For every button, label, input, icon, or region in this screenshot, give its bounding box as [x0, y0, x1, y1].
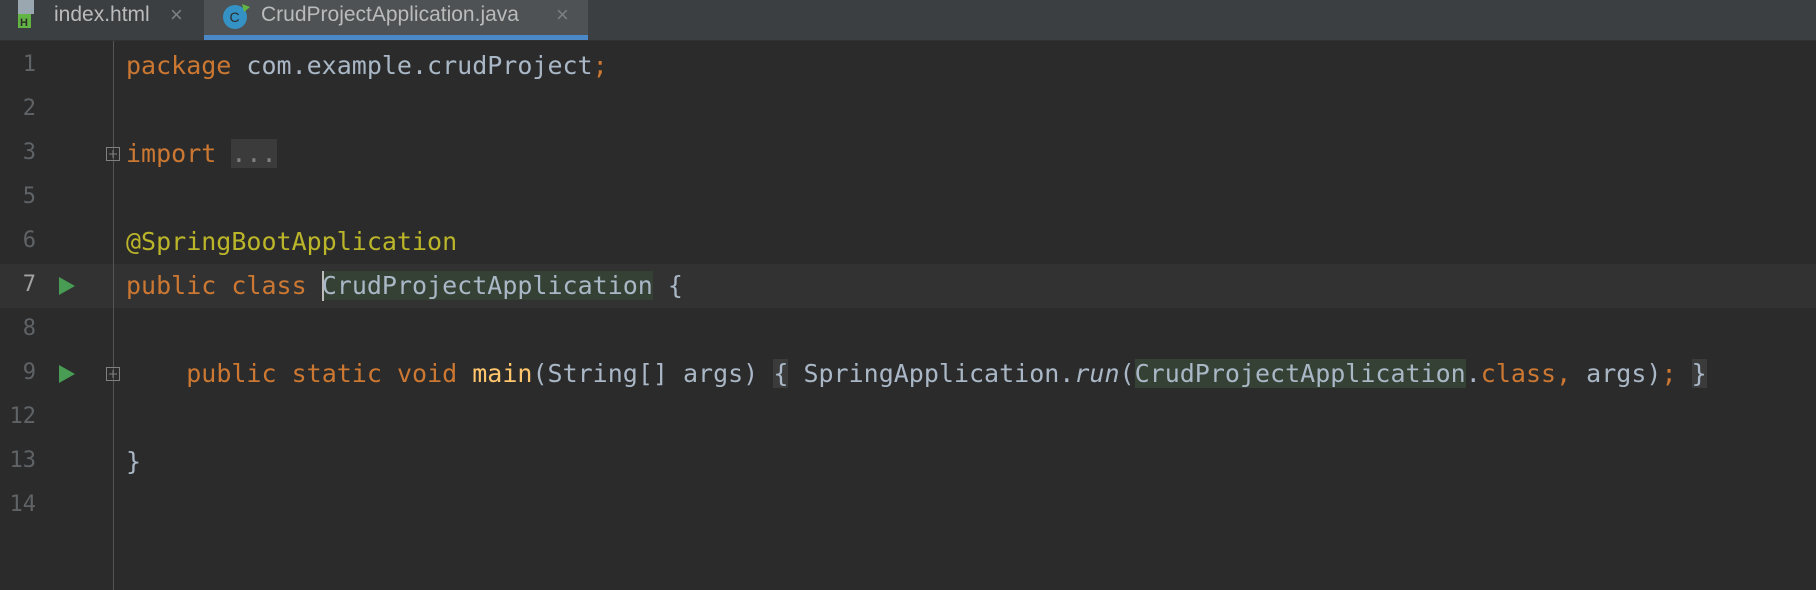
- code-text: public class CrudProjectApplication {: [126, 270, 683, 302]
- class-name-first-char: C: [321, 271, 337, 300]
- folded-imports[interactable]: ...: [231, 139, 277, 168]
- class-name: CrudProjectApplication: [321, 271, 653, 301]
- semicolon: ;: [592, 51, 608, 80]
- keyword: public: [126, 271, 217, 300]
- line-number: 8: [22, 316, 36, 341]
- keyword: import: [126, 139, 217, 168]
- tab-index-html[interactable]: H index.html ×: [0, 0, 203, 40]
- run-icon[interactable]: [58, 364, 76, 384]
- code-text: package com.example.crudProject;: [126, 50, 608, 82]
- code-line[interactable]: 1 package com.example.crudProject;: [0, 44, 1816, 88]
- line-number: 13: [9, 448, 37, 473]
- annotation: @SpringBootApplication: [126, 227, 458, 256]
- folded-open-brace[interactable]: {: [773, 359, 789, 388]
- code-line[interactable]: 8: [0, 308, 1816, 352]
- line-number: 6: [22, 228, 36, 253]
- html-file-icon: H: [18, 0, 34, 29]
- svg-text:C: C: [230, 9, 240, 25]
- code-line[interactable]: 2: [0, 88, 1816, 132]
- tab-crud-project-application[interactable]: C CrudProjectApplication.java ×: [204, 0, 588, 40]
- code-line[interactable]: 14: [0, 484, 1816, 528]
- editor-tab-bar: H index.html × C CrudProjectApplication.…: [0, 0, 1816, 41]
- code-text: public static void main(String[] args) {…: [126, 358, 1707, 390]
- args: args): [1571, 359, 1662, 388]
- code-text: }: [126, 446, 141, 478]
- tab-label: CrudProjectApplication.java: [261, 3, 519, 26]
- code-line[interactable]: 5: [0, 176, 1816, 220]
- semicolon: ;: [1661, 359, 1677, 388]
- code-text: import ...: [126, 138, 277, 170]
- code-line[interactable]: 3 import ...: [0, 132, 1816, 176]
- line-number: 1: [22, 52, 36, 77]
- code-editor[interactable]: 1 package com.example.crudProject; 2 3 i…: [0, 41, 1816, 590]
- code-line[interactable]: 6 @SpringBootApplication: [0, 220, 1816, 264]
- package-name: com.example.crudProject: [246, 51, 593, 80]
- java-class-icon: C: [223, 4, 250, 29]
- left-paren: (: [1119, 359, 1135, 388]
- class-name-rest: rudProjectApplication: [336, 271, 653, 300]
- call-target: SpringApplication.: [803, 359, 1075, 388]
- keyword: static: [291, 359, 382, 388]
- expand-fold-icon[interactable]: [106, 367, 120, 381]
- keyword: package: [126, 51, 232, 80]
- svg-text:H: H: [20, 17, 28, 29]
- code-line[interactable]: 12: [0, 396, 1816, 440]
- line-number: 3: [22, 140, 36, 165]
- keyword: class: [231, 271, 307, 300]
- dot: .: [1465, 359, 1481, 388]
- open-brace: {: [667, 271, 683, 300]
- expand-fold-icon[interactable]: [106, 147, 120, 161]
- code-line[interactable]: 13 }: [0, 440, 1816, 484]
- close-tab-icon[interactable]: ×: [170, 2, 183, 28]
- line-number: 9: [22, 360, 36, 385]
- code-line-current[interactable]: 7 public class CrudProjectApplication {: [0, 264, 1816, 308]
- folded-close-brace[interactable]: }: [1691, 359, 1707, 388]
- code-text: @SpringBootApplication: [126, 226, 457, 258]
- code-line[interactable]: 9 public static void main(String[] args)…: [0, 352, 1816, 396]
- run-icon[interactable]: [58, 276, 76, 296]
- line-number: 2: [22, 96, 36, 121]
- tab-label: index.html: [54, 3, 150, 26]
- line-number: 7: [22, 272, 36, 297]
- static-call: run: [1074, 359, 1120, 388]
- close-tab-icon[interactable]: ×: [556, 2, 569, 28]
- method-name: main: [472, 359, 533, 388]
- method-params: (String[] args): [532, 359, 759, 388]
- keyword: class: [1480, 359, 1557, 388]
- line-number: 5: [22, 184, 36, 209]
- keyword: void: [396, 359, 458, 388]
- comma: ,: [1556, 359, 1572, 388]
- line-number: 12: [9, 404, 37, 429]
- close-brace: }: [126, 447, 142, 476]
- keyword: public: [186, 359, 277, 388]
- line-number: 14: [9, 492, 37, 517]
- class-reference: CrudProjectApplication: [1134, 359, 1466, 388]
